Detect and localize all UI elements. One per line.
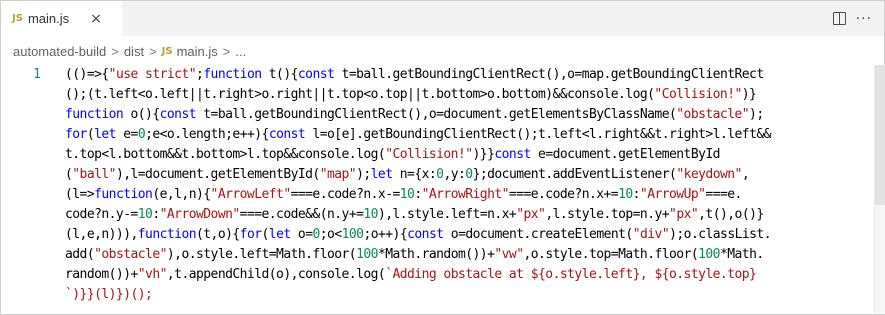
javascript-file-icon: JS xyxy=(12,13,23,24)
code-line[interactable]: code?n.y-=10:"ArrowDown"===e.code&&(n.y+… xyxy=(65,205,877,225)
breadcrumb-item-main-js[interactable]: main.js xyxy=(177,44,218,59)
scrollbar-thumb[interactable] xyxy=(875,65,885,205)
code-line[interactable]: for(let e=0;e<o.length;e++){const l=o[e]… xyxy=(65,125,877,145)
line-number: 1 xyxy=(33,67,41,82)
split-editor-icon[interactable] xyxy=(832,12,846,25)
breadcrumb-item-more[interactable]: ... xyxy=(235,44,246,59)
vertical-scrollbar[interactable] xyxy=(874,65,885,314)
javascript-file-icon: JS xyxy=(161,45,173,57)
code-line[interactable]: t.top<l.bottom&&t.bottom>l.top&&console.… xyxy=(65,145,877,165)
code-editor[interactable]: 1 (()=>{"use strict";function t(){const … xyxy=(1,65,874,314)
breadcrumb-separator: > xyxy=(111,43,119,59)
code-line[interactable]: random())+"vh",t.appendChild(o),console.… xyxy=(65,265,877,285)
more-actions-icon[interactable]: ··· xyxy=(856,11,872,27)
code-line[interactable]: add("obstacle"),o.style.left=Math.floor(… xyxy=(65,245,877,265)
tab-label: main.js xyxy=(27,11,70,26)
breadcrumb: automated-build > dist > JS main.js > ..… xyxy=(13,41,246,61)
breadcrumb-item-automated-build[interactable]: automated-build xyxy=(13,44,106,59)
editor-window: JS main.js × ··· automated-build > dist … xyxy=(0,0,885,315)
code-line[interactable]: function o(){const t=ball.getBoundingCli… xyxy=(65,105,877,125)
breadcrumb-separator: > xyxy=(222,43,231,59)
editor-actions: ··· xyxy=(832,1,872,36)
code-content[interactable]: (()=>{"use strict";function t(){const t=… xyxy=(65,65,877,305)
code-line[interactable]: (l,e,n))),function(t,o){for(let o=0;o<10… xyxy=(65,225,877,245)
tab-main-js[interactable]: JS main.js × xyxy=(1,1,122,36)
breadcrumb-item-dist[interactable]: dist xyxy=(124,44,144,59)
code-line[interactable]: ();(t.left<o.left||t.right>o.right||t.to… xyxy=(65,85,877,105)
close-icon[interactable]: × xyxy=(90,11,102,27)
tab-bar: JS main.js × ··· xyxy=(1,1,884,36)
code-line[interactable]: (()=>{"use strict";function t(){const t=… xyxy=(65,65,877,85)
breadcrumb-separator: > xyxy=(149,43,157,59)
code-line[interactable]: `)}}(l)})(); xyxy=(65,285,877,305)
code-line[interactable]: (l=>function(e,l,n){"ArrowLeft"===e.code… xyxy=(65,185,877,205)
code-line[interactable]: ("ball"),l=document.getElementById("map"… xyxy=(65,165,877,185)
